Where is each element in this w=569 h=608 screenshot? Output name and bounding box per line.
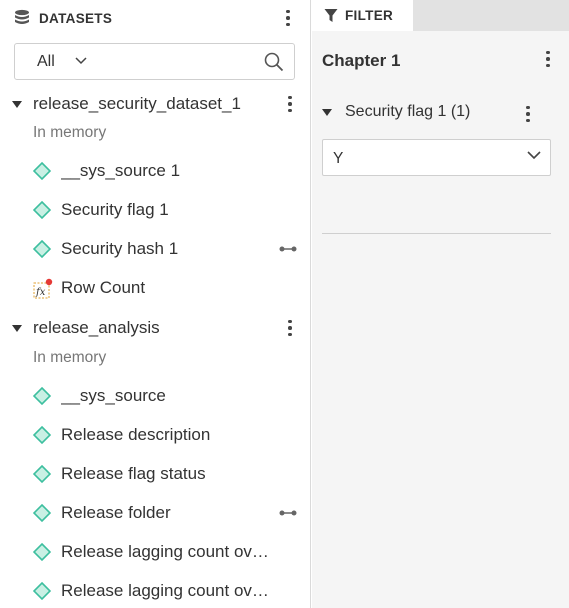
datasets-menu-button[interactable] bbox=[278, 7, 298, 29]
svg-text:fx: fx bbox=[35, 287, 46, 298]
field-name: Release lagging count over period bbox=[61, 581, 276, 600]
filter-divider bbox=[322, 233, 551, 234]
chapter-menu-button[interactable] bbox=[538, 48, 558, 70]
chapter-title: Chapter 1 bbox=[322, 51, 401, 70]
field-item[interactable]: Security flag 1 bbox=[0, 191, 311, 229]
datasets-panel: DATASETS All release_security_dataset_1 … bbox=[0, 0, 311, 608]
datasets-title: DATASETS bbox=[39, 10, 113, 26]
field-name: Security flag 1 bbox=[61, 200, 169, 219]
field-item[interactable]: Release flag status bbox=[0, 455, 311, 493]
tab-bar-empty bbox=[413, 0, 569, 31]
diamond-field-icon bbox=[33, 201, 51, 219]
diamond-field-icon bbox=[33, 543, 51, 561]
field-name: Release description bbox=[61, 425, 211, 444]
diamond-field-icon bbox=[33, 162, 51, 180]
collapse-triangle-icon[interactable] bbox=[322, 108, 332, 116]
field-name: Release lagging count over time bbox=[61, 542, 276, 561]
field-item[interactable]: Security hash 1 bbox=[0, 230, 311, 268]
filter-panel: FILTER Chapter 1 Security flag 1 (1) Y bbox=[312, 0, 569, 608]
filter-section-header[interactable]: Security flag 1 (1) bbox=[322, 101, 470, 123]
dataset-name: release_security_dataset_1 bbox=[33, 94, 241, 113]
field-name: __sys_source 1 bbox=[61, 161, 181, 180]
link-icon bbox=[279, 246, 297, 252]
dataset-location-label: In memory bbox=[33, 124, 107, 141]
filter-tab-label: FILTER bbox=[345, 8, 394, 23]
field-item[interactable]: Release lagging count over time bbox=[0, 533, 311, 571]
dataset-menu-button[interactable] bbox=[280, 93, 300, 115]
field-name: __sys_source bbox=[61, 386, 166, 405]
filter-value-select[interactable]: Y bbox=[322, 139, 551, 176]
tab-filter[interactable]: FILTER bbox=[312, 0, 413, 31]
datasets-header: DATASETS bbox=[0, 0, 310, 36]
chevron-down-icon[interactable] bbox=[527, 151, 541, 160]
chevron-down-icon[interactable] bbox=[75, 57, 87, 65]
diamond-field-icon bbox=[33, 387, 51, 405]
filter-selected-value: Y bbox=[333, 150, 344, 167]
field-name: Release flag status bbox=[61, 464, 206, 483]
field-item[interactable]: Release folder bbox=[0, 494, 311, 532]
dataset-search-box[interactable]: All bbox=[14, 43, 295, 80]
field-item[interactable]: fx Row Count bbox=[0, 269, 311, 307]
dataset-location: In memory bbox=[0, 339, 311, 377]
field-item[interactable]: __sys_source bbox=[0, 377, 311, 415]
dataset-location: In memory bbox=[0, 114, 311, 152]
collapse-triangle-icon[interactable] bbox=[12, 101, 22, 108]
diamond-field-icon bbox=[33, 240, 51, 258]
filter-section-menu-button[interactable] bbox=[518, 103, 538, 125]
field-item[interactable]: Release lagging count over period bbox=[0, 572, 311, 608]
diamond-field-icon bbox=[33, 465, 51, 483]
field-name: Security hash 1 bbox=[61, 239, 179, 258]
dataset-location-label: In memory bbox=[33, 349, 107, 366]
search-icon[interactable] bbox=[264, 52, 284, 72]
link-icon bbox=[279, 510, 297, 516]
diamond-field-icon bbox=[33, 504, 51, 522]
collapse-triangle-icon[interactable] bbox=[12, 325, 22, 332]
filter-section-name: Security flag 1 (1) bbox=[345, 103, 471, 120]
diamond-field-icon bbox=[33, 426, 51, 444]
field-item[interactable]: Release description bbox=[0, 416, 311, 454]
database-icon bbox=[15, 9, 29, 24]
dataset-name: release_analysis bbox=[33, 318, 160, 337]
dataset-type-select[interactable]: All bbox=[37, 53, 55, 71]
field-name: Row Count bbox=[61, 278, 146, 297]
filter-funnel-icon bbox=[324, 9, 338, 22]
field-item[interactable]: __sys_source 1 bbox=[0, 152, 311, 190]
fx-formula-icon: fx bbox=[33, 278, 53, 299]
dataset-menu-button[interactable] bbox=[280, 317, 300, 339]
diamond-field-icon bbox=[33, 582, 51, 600]
field-name: Release folder bbox=[61, 503, 171, 522]
